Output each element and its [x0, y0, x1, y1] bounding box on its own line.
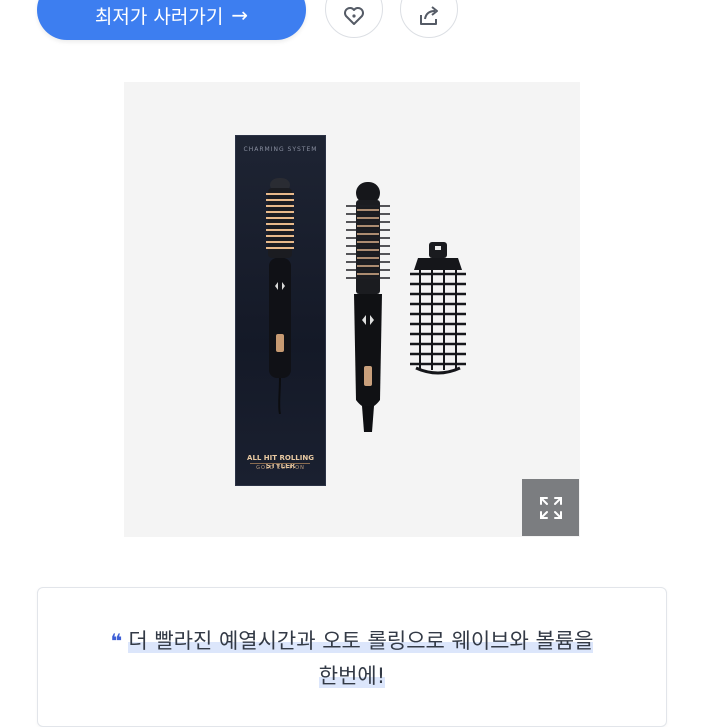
heart-tag-icon	[344, 7, 364, 25]
quote-line-2: 한번에!	[318, 664, 386, 688]
box-subtitle-text: GOLD EDITION	[256, 465, 305, 471]
quote-line-1: 더 빨라진 예열시간과 오토 롤링으로 웨이브와 볼륨을	[128, 629, 594, 653]
styler-on-box-image	[266, 178, 294, 414]
wishlist-button[interactable]	[325, 0, 383, 38]
share-button[interactable]	[400, 0, 458, 38]
buy-button-label: 최저가 사러가기	[94, 5, 224, 28]
share-icon	[420, 6, 438, 25]
quote-text: ❝ 더 빨라진 예열시간과 오토 롤링으로 웨이브와 볼륨을 한번에!	[38, 624, 666, 694]
product-box: CHARMING SYSTEM ALL HIT ROLLING STYLER G…	[235, 135, 326, 486]
quote-mark-icon: ❝	[110, 629, 123, 653]
box-divider	[250, 463, 310, 464]
quote-card: ❝ 더 빨라진 예열시간과 오토 롤링으로 웨이브와 볼륨을 한번에!	[37, 587, 667, 727]
expand-icon	[539, 496, 562, 519]
box-brand-text: CHARMING SYSTEM	[243, 146, 318, 153]
styler-device-image	[346, 182, 390, 432]
expand-image-button[interactable]	[522, 479, 579, 536]
product-image[interactable]: CHARMING SYSTEM ALL HIT ROLLING STYLER G…	[124, 82, 580, 537]
arrow-right-icon: →	[231, 3, 249, 27]
buy-lowest-price-button[interactable]: 최저가 사러가기 →	[37, 0, 306, 40]
brush-attachment-image	[410, 242, 466, 375]
